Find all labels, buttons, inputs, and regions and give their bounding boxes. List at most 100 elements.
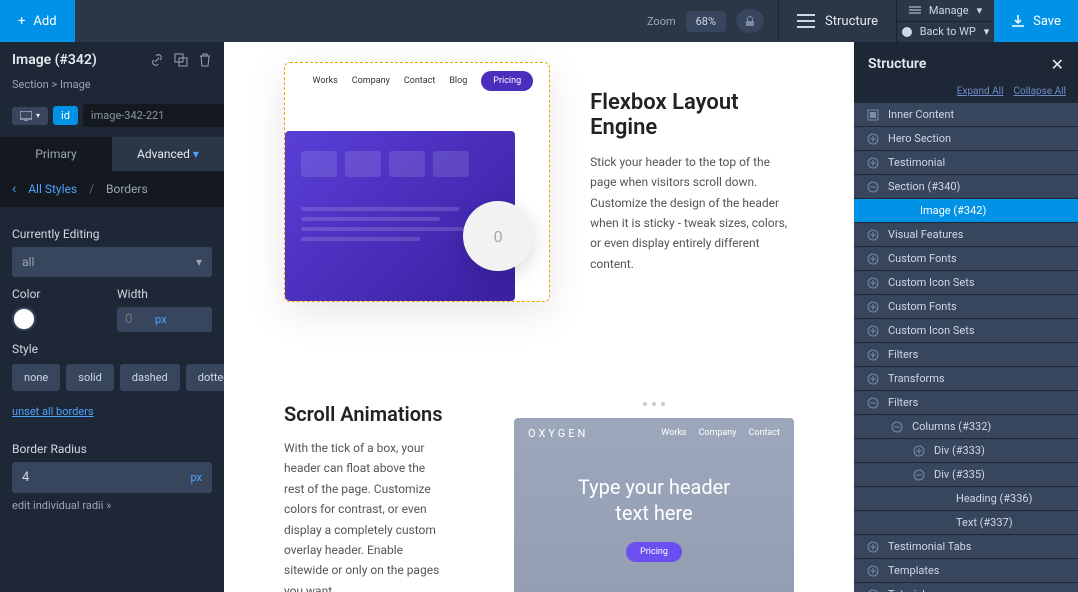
expand-icon[interactable]: [866, 540, 880, 554]
tree-item-16[interactable]: Heading (#336): [854, 487, 1078, 510]
zoom-value[interactable]: 68%: [686, 11, 726, 32]
device-selector[interactable]: ▾: [12, 107, 48, 125]
tab-primary[interactable]: Primary: [0, 137, 112, 171]
breadcrumb: Section > Image: [0, 78, 224, 99]
tree-item-10[interactable]: Filters: [854, 343, 1078, 366]
collapse-all[interactable]: Collapse All: [1014, 86, 1066, 97]
tree-item-0[interactable]: Inner Content: [854, 103, 1078, 126]
width-input[interactable]: px: [117, 307, 212, 332]
tree-item-11[interactable]: Transforms: [854, 367, 1078, 390]
add-button[interactable]: + Add: [0, 0, 75, 42]
download-icon: [1011, 14, 1025, 28]
copy-icon[interactable]: [174, 53, 188, 67]
tree-label: Div (#335): [934, 468, 985, 481]
chevron-down-icon: ▾: [36, 111, 40, 120]
border-radius-input[interactable]: px: [12, 462, 212, 493]
tab-advanced[interactable]: Advanced ▾: [112, 137, 224, 171]
hero-pill: Pricing: [626, 542, 682, 562]
tree-item-3[interactable]: Section (#340): [854, 175, 1078, 198]
style-none[interactable]: none: [12, 364, 60, 391]
expand-icon[interactable]: [866, 228, 880, 242]
style-solid[interactable]: solid: [66, 364, 114, 391]
border-radius-label: Border Radius: [12, 442, 212, 456]
manage-button[interactable]: Manage ▾: [897, 0, 994, 22]
crumb-image: Image: [60, 78, 91, 91]
tree-item-9[interactable]: Custom Icon Sets: [854, 319, 1078, 342]
back-to-wp-button[interactable]: Back to WP ▾: [897, 22, 994, 43]
style-dashed[interactable]: dashed: [120, 364, 180, 391]
editing-value: all: [22, 255, 34, 269]
expand-icon[interactable]: [866, 588, 880, 592]
tree-item-1[interactable]: Hero Section: [854, 127, 1078, 150]
br-unit[interactable]: px: [190, 471, 202, 484]
tree-item-5[interactable]: Visual Features: [854, 223, 1078, 246]
tree-item-15[interactable]: Div (#335): [854, 463, 1078, 486]
crumb-section[interactable]: Section: [12, 78, 49, 91]
tree-item-13[interactable]: Columns (#332): [854, 415, 1078, 438]
expand-icon[interactable]: [866, 156, 880, 170]
link-icon[interactable]: [150, 53, 164, 67]
color-swatch[interactable]: [12, 307, 36, 331]
expand-icon[interactable]: [866, 252, 880, 266]
canvas[interactable]: Works Company Contact Blog Pricing 0 Fle…: [224, 42, 854, 592]
structure-title: Structure: [868, 56, 926, 72]
expand-icon[interactable]: [866, 276, 880, 290]
edit-radii-link[interactable]: edit individual radii »: [12, 499, 212, 512]
close-icon[interactable]: ✕: [1051, 55, 1064, 74]
save-label: Save: [1033, 14, 1061, 29]
editing-select[interactable]: all ▾: [12, 247, 212, 277]
preview-card: OXYGEN Works Company Contact Type your h…: [514, 418, 794, 592]
tree-item-7[interactable]: Custom Icon Sets: [854, 271, 1078, 294]
tree-label: Image (#342): [920, 204, 986, 217]
expand-icon[interactable]: [912, 444, 926, 458]
tree-item-4[interactable]: Image (#342): [854, 199, 1078, 222]
structure-toggle[interactable]: Structure: [778, 0, 896, 42]
tree-item-8[interactable]: Custom Fonts: [854, 295, 1078, 318]
expand-icon[interactable]: [866, 324, 880, 338]
nav2-company: Company: [698, 428, 736, 438]
tree-label: Filters: [888, 396, 918, 409]
selected-image[interactable]: Works Company Contact Blog Pricing 0: [284, 62, 550, 302]
expand-icon[interactable]: [866, 132, 880, 146]
trash-icon[interactable]: [198, 53, 212, 67]
width-field[interactable]: [125, 312, 155, 327]
zoom-area: Zoom 68%: [633, 0, 778, 42]
style-dotted[interactable]: dotted: [186, 364, 224, 391]
nav-all-styles[interactable]: All Styles: [28, 182, 77, 196]
tree-item-6[interactable]: Custom Fonts: [854, 247, 1078, 270]
tree-item-17[interactable]: Text (#337): [854, 511, 1078, 534]
tree-item-12[interactable]: Filters: [854, 391, 1078, 414]
width-unit[interactable]: px: [155, 313, 167, 326]
lock-icon[interactable]: [736, 9, 764, 33]
expand-icon[interactable]: [866, 564, 880, 578]
structure-label: Structure: [825, 14, 878, 29]
tree-item-20[interactable]: Tutorials: [854, 583, 1078, 592]
tree-label: Templates: [888, 564, 939, 577]
tree-item-2[interactable]: Testimonial: [854, 151, 1078, 174]
wp-icon: [902, 27, 912, 37]
id-badge[interactable]: id: [53, 106, 78, 125]
structure-tree: Inner ContentHero SectionTestimonialSect…: [854, 103, 1078, 592]
collapse-icon[interactable]: [866, 396, 880, 410]
tree-label: Heading (#336): [956, 492, 1032, 505]
collapse-icon[interactable]: [890, 420, 904, 434]
sec1-body: Stick your header to the top of the page…: [590, 152, 794, 274]
save-button[interactable]: Save: [994, 0, 1078, 42]
back-arrow[interactable]: ‹: [12, 181, 16, 197]
unset-borders-link[interactable]: unset all borders: [12, 405, 94, 418]
left-panel: Image (#342) Section > Image ▾ id state …: [0, 42, 224, 592]
expand-icon[interactable]: [866, 372, 880, 386]
expand-icon[interactable]: [866, 348, 880, 362]
tree-item-19[interactable]: Templates: [854, 559, 1078, 582]
sec2-body: With the tick of a box, your header can …: [284, 438, 444, 592]
br-field[interactable]: [22, 470, 72, 485]
tree-item-14[interactable]: Div (#333): [854, 439, 1078, 462]
tree-item-18[interactable]: Testimonial Tabs: [854, 535, 1078, 558]
expand-icon[interactable]: [866, 300, 880, 314]
plus-icon: +: [18, 14, 25, 29]
expand-all[interactable]: Expand All: [957, 86, 1004, 97]
chevron-down-icon: ▾: [196, 255, 202, 269]
collapse-icon[interactable]: [866, 180, 880, 194]
selector-input[interactable]: [83, 104, 239, 127]
collapse-icon[interactable]: [912, 468, 926, 482]
